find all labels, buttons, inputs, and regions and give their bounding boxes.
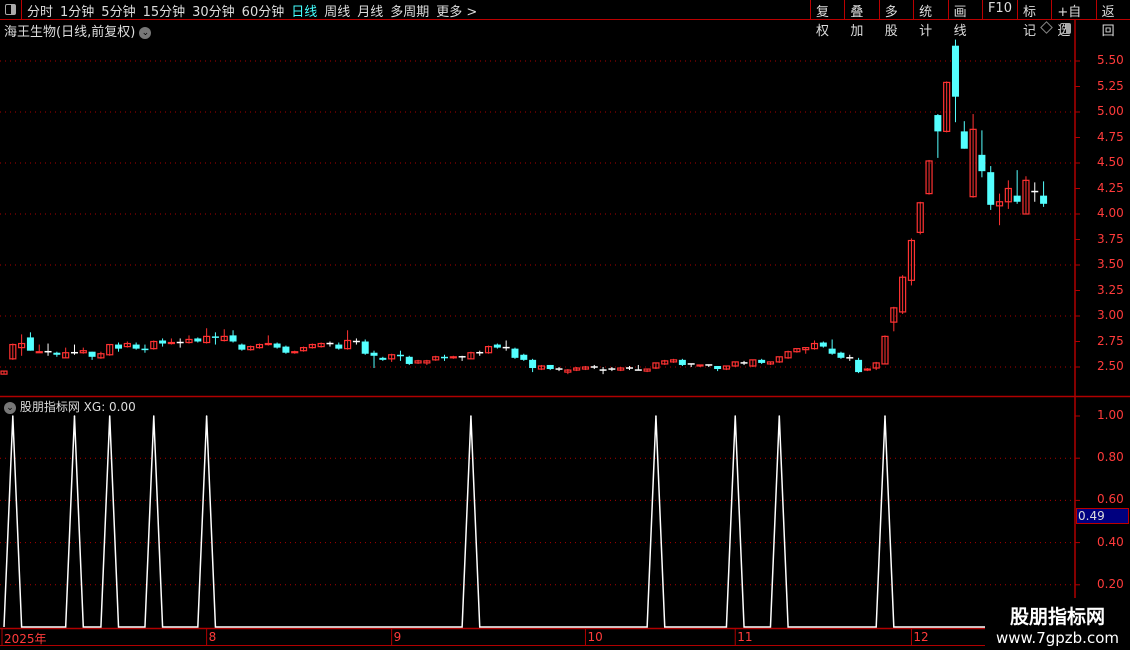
indicator-readout: XG: 0.00 [83, 400, 136, 414]
candle-down [282, 346, 290, 353]
date-label: 2025年 [4, 632, 47, 646]
cursor-value-label: 0.49 [1076, 508, 1129, 524]
candle-down [335, 344, 343, 349]
candle-down [405, 356, 413, 364]
indicator-tick-label: 1.00 [1097, 408, 1124, 422]
candle-down [819, 342, 827, 347]
candle-down [714, 365, 722, 370]
candle-down [361, 341, 369, 354]
candle-down [370, 352, 378, 356]
candle-down [53, 352, 61, 355]
indicator-title-bar: ⌄ 股朋指标网 XG: 0.00 [4, 398, 136, 415]
xg-signal-peak [73, 415, 76, 417]
xg-signal-peak [470, 415, 472, 417]
candle-down [141, 348, 149, 351]
candle-down [934, 115, 942, 132]
candle-down [855, 359, 863, 373]
candle-down [115, 344, 123, 349]
candle-down [678, 359, 686, 365]
candle-down [194, 338, 202, 342]
candle-up [291, 351, 299, 354]
candle-down [960, 131, 968, 149]
indicator-name: 股朋指标网 [19, 400, 80, 414]
candle-down [441, 356, 448, 359]
candle-down [837, 352, 845, 358]
xg-signal-peak [108, 415, 111, 417]
price-tick-label: 3.00 [1097, 308, 1124, 322]
candle-down [132, 344, 140, 349]
date-label: 11 [737, 630, 753, 644]
watermark: 股朋指标网 www.7gpzb.com [985, 598, 1130, 650]
price-tick-label: 2.75 [1097, 333, 1124, 348]
candle-up [167, 341, 175, 345]
candle-down [758, 359, 766, 363]
indicator-tick-label: 0.80 [1097, 450, 1124, 465]
date-label: 10 [587, 630, 603, 644]
indicator-tick-label: 0.20 [1097, 576, 1124, 591]
candle-down [379, 357, 387, 360]
price-tick-label: 3.75 [1097, 231, 1124, 246]
candle-down [529, 359, 537, 369]
xg-signal-peak [778, 415, 781, 417]
candle-up [696, 364, 704, 367]
price-tick-label: 4.50 [1097, 155, 1124, 169]
candle-down [159, 340, 167, 344]
candle-up [35, 351, 43, 354]
candle-up [449, 356, 457, 359]
candle-down [987, 172, 995, 205]
candle-down [211, 336, 219, 338]
date-label: 12 [913, 630, 929, 644]
date-label: 9 [393, 630, 402, 644]
candle-down [951, 45, 959, 97]
indicator-tick-label: 0.60 [1097, 492, 1124, 507]
xg-signal-peak [205, 415, 208, 417]
price-tick-label: 4.25 [1097, 180, 1124, 195]
xg-signal-peak [734, 415, 737, 417]
candle-down [520, 354, 528, 360]
price-tick-label: 5.25 [1097, 78, 1124, 93]
candle-down [238, 344, 246, 350]
price-tick-label: 3.25 [1097, 282, 1124, 297]
watermark-title: 股朋指标网 [1009, 606, 1105, 628]
candle-down [88, 351, 96, 357]
watermark-url: www.7gpzb.com [996, 629, 1119, 647]
candle-down [273, 343, 281, 348]
candle-down [1040, 195, 1048, 204]
candle-up [863, 368, 871, 371]
kline-chart[interactable] [0, 0, 1130, 650]
candle-down [511, 348, 519, 358]
chevron-down-icon[interactable]: ⌄ [4, 401, 16, 414]
xg-signal-peak [152, 415, 155, 417]
price-tick-label: 4.75 [1097, 129, 1124, 144]
candle-down [493, 344, 501, 348]
price-tick-label: 5.50 [1097, 53, 1124, 67]
price-tick-label: 4.00 [1097, 206, 1124, 220]
candle-down [978, 154, 986, 172]
xg-signal-peak [655, 415, 657, 417]
candle-down [26, 337, 34, 351]
xg-signal-peak [884, 415, 886, 417]
indicator-tick-label: 0.40 [1097, 534, 1124, 549]
xg-signal-peak [12, 415, 14, 417]
candle-down [1013, 195, 1021, 202]
candle-up [264, 342, 272, 346]
xg-signal-line [3, 415, 1044, 628]
candle-down [828, 348, 836, 354]
price-tick-label: 3.50 [1097, 257, 1124, 271]
candle-down [396, 354, 404, 357]
candle-down [229, 335, 237, 342]
price-tick-label: 5.00 [1097, 104, 1124, 118]
candle-down [546, 364, 554, 370]
price-tick-label: 2.50 [1097, 359, 1124, 373]
date-label: 8 [208, 630, 217, 644]
